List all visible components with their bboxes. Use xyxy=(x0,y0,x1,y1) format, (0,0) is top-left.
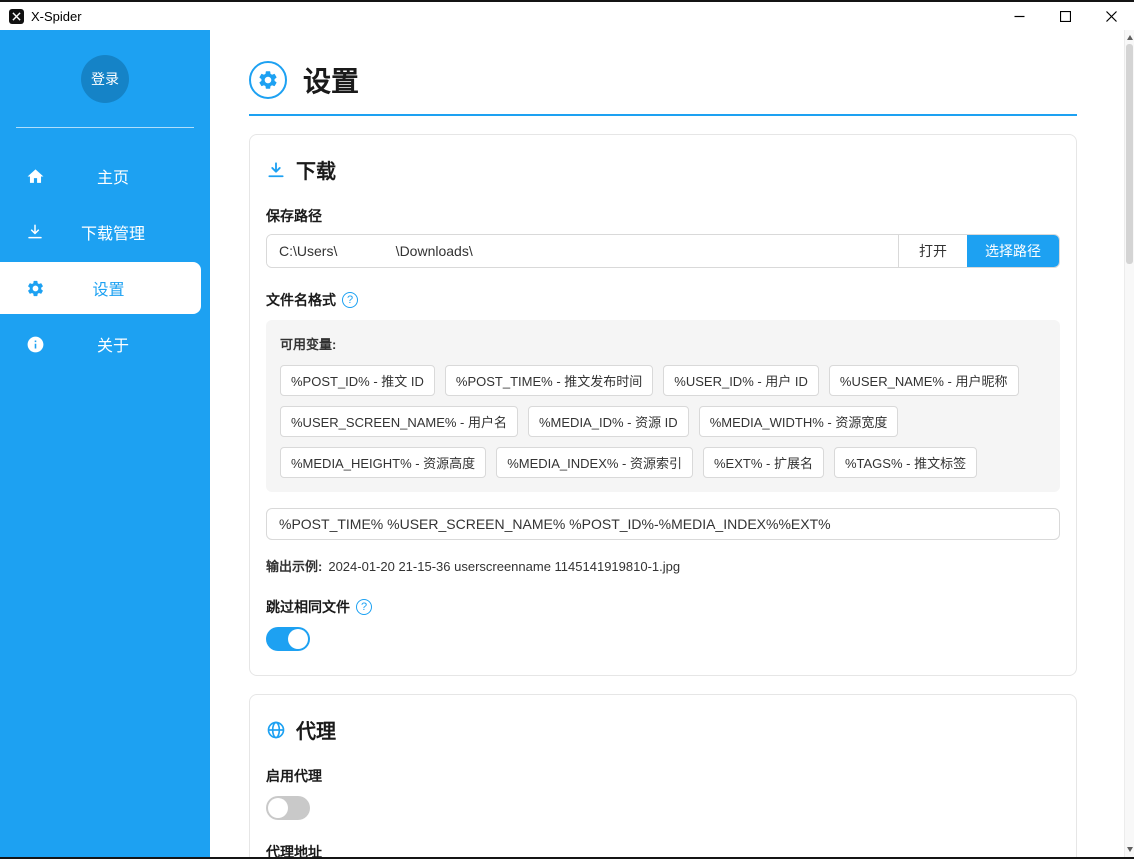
filename-format-label-text: 文件名格式 xyxy=(266,290,336,310)
output-example-value: 2024-01-20 21-15-36 userscreenname 11451… xyxy=(328,559,680,574)
filename-format-input[interactable] xyxy=(266,508,1060,540)
minimize-icon xyxy=(1014,11,1025,22)
home-icon xyxy=(24,167,46,186)
download-section-title: 下载 xyxy=(296,155,336,184)
proxy-section-header: 代理 xyxy=(266,715,1060,744)
open-folder-button[interactable]: 打开 xyxy=(898,235,967,267)
close-button[interactable] xyxy=(1088,2,1134,30)
minimize-button[interactable] xyxy=(996,2,1042,30)
download-icon xyxy=(266,160,286,180)
variable-chip[interactable]: %EXT% - 扩展名 xyxy=(703,447,824,478)
skip-same-file-label-text: 跳过相同文件 xyxy=(266,597,350,617)
globe-icon xyxy=(266,720,286,740)
page-header: 设置 xyxy=(249,60,1077,100)
sidebar-divider xyxy=(16,127,194,128)
save-path-label: 保存路径 xyxy=(266,206,1060,226)
download-settings-card: 下载 保存路径 打开 选择路径 文件名格式 可用变量: %POST_ID% - … xyxy=(249,134,1077,676)
skip-same-file-label: 跳过相同文件 xyxy=(266,597,1060,617)
settings-page: 设置 下载 保存路径 打开 选择路径 文件名格式 xyxy=(210,30,1134,857)
available-variables-box: 可用变量: %POST_ID% - 推文 ID %POST_TIME% - 推文… xyxy=(266,320,1060,492)
sidebar-item-label: 主页 xyxy=(46,164,210,188)
variable-chip[interactable]: %USER_ID% - 用户 ID xyxy=(663,365,819,396)
maximize-button[interactable] xyxy=(1042,2,1088,30)
proxy-section-title: 代理 xyxy=(296,715,336,744)
page-title: 设置 xyxy=(303,60,359,100)
variable-chip[interactable]: %MEDIA_INDEX% - 资源索引 xyxy=(496,447,693,478)
sidebar-item-label: 下载管理 xyxy=(46,220,210,244)
variable-chip[interactable]: %MEDIA_HEIGHT% - 资源高度 xyxy=(280,447,486,478)
sidebar-item-label: 设置 xyxy=(46,276,201,300)
header-rule xyxy=(249,114,1077,116)
scroll-down-icon[interactable] xyxy=(1127,847,1133,852)
variable-chips: %POST_ID% - 推文 ID %POST_TIME% - 推文发布时间 %… xyxy=(280,365,1046,478)
variables-title: 可用变量: xyxy=(280,334,1046,353)
scroll-up-icon[interactable] xyxy=(1127,35,1133,40)
sidebar-item-downloads[interactable]: 下载管理 xyxy=(0,206,210,258)
gear-icon xyxy=(249,61,287,99)
help-icon[interactable] xyxy=(356,599,372,615)
output-example-label: 输出示例: xyxy=(266,556,322,575)
login-button[interactable]: 登录 xyxy=(81,55,129,103)
window-title: X-Spider xyxy=(31,9,82,24)
info-icon xyxy=(24,335,46,354)
skip-same-file-toggle[interactable] xyxy=(266,627,310,651)
sidebar-item-label: 关于 xyxy=(46,332,210,356)
filename-format-label: 文件名格式 xyxy=(266,290,1060,310)
toggle-knob xyxy=(268,798,288,818)
toggle-knob xyxy=(288,629,308,649)
sidebar-item-home[interactable]: 主页 xyxy=(0,150,210,202)
scrollbar[interactable] xyxy=(1124,30,1134,857)
scrollbar-thumb[interactable] xyxy=(1126,44,1133,264)
variable-chip[interactable]: %USER_SCREEN_NAME% - 用户名 xyxy=(280,406,518,437)
variable-chip[interactable]: %USER_NAME% - 用户昵称 xyxy=(829,365,1019,396)
gear-icon xyxy=(24,279,46,298)
output-example: 输出示例: 2024-01-20 21-15-36 userscreenname… xyxy=(266,556,1060,575)
download-section-header: 下载 xyxy=(266,155,1060,184)
sidebar: 登录 主页 下载管理 xyxy=(0,30,210,857)
choose-path-button[interactable]: 选择路径 xyxy=(967,235,1059,267)
close-icon xyxy=(1106,11,1117,22)
save-path-input[interactable] xyxy=(267,235,898,267)
download-icon xyxy=(24,223,46,241)
variable-chip[interactable]: %POST_TIME% - 推文发布时间 xyxy=(445,365,653,396)
enable-proxy-label: 启用代理 xyxy=(266,766,1060,786)
app-logo-icon xyxy=(9,9,24,24)
sidebar-item-settings[interactable]: 设置 xyxy=(0,262,201,314)
titlebar: X-Spider xyxy=(0,2,1134,30)
app-window: X-Spider 登录 主页 xyxy=(0,0,1134,859)
variable-chip[interactable]: %TAGS% - 推文标签 xyxy=(834,447,977,478)
proxy-address-label: 代理地址 xyxy=(266,842,1060,857)
sidebar-nav: 主页 下载管理 设置 xyxy=(0,150,210,374)
maximize-icon xyxy=(1060,11,1071,22)
variable-chip[interactable]: %MEDIA_WIDTH% - 资源宽度 xyxy=(699,406,899,437)
variable-chip[interactable]: %POST_ID% - 推文 ID xyxy=(280,365,435,396)
variable-chip[interactable]: %MEDIA_ID% - 资源 ID xyxy=(528,406,689,437)
window-controls xyxy=(996,2,1134,30)
proxy-settings-card: 代理 启用代理 代理地址 xyxy=(249,694,1077,857)
enable-proxy-toggle[interactable] xyxy=(266,796,310,820)
help-icon[interactable] xyxy=(342,292,358,308)
save-path-group: 打开 选择路径 xyxy=(266,234,1060,268)
sidebar-item-about[interactable]: 关于 xyxy=(0,318,210,370)
